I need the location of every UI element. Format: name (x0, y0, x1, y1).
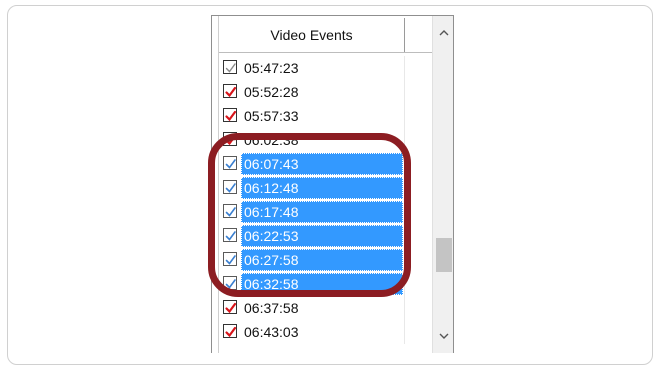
column-separator[interactable] (404, 18, 405, 52)
list-item[interactable]: 06:32:58 (219, 272, 433, 296)
row-checkbox[interactable] (223, 228, 237, 242)
event-time-label: 06:32:58 (244, 276, 299, 292)
checkmark-icon (225, 207, 236, 217)
column-gridline (404, 224, 405, 248)
vertical-scrollbar[interactable] (432, 16, 453, 353)
checkmark-icon (225, 255, 236, 265)
row-checkbox[interactable] (223, 252, 237, 266)
event-time-label: 06:07:43 (244, 156, 299, 172)
list-item[interactable]: 06:12:48 (219, 176, 433, 200)
checkmark-icon (225, 86, 237, 98)
checkmark-icon (225, 326, 237, 338)
row-checkbox[interactable] (223, 84, 237, 98)
checkmark-icon (225, 231, 236, 241)
scroll-up-button[interactable] (433, 22, 453, 44)
checkmark-icon (225, 159, 236, 169)
list-item[interactable]: 05:52:28 (219, 80, 433, 104)
checkmark-icon (225, 302, 237, 314)
event-time-label: 05:52:28 (244, 84, 299, 100)
column-gridline (404, 200, 405, 224)
video-events-list[interactable]: Video Events 05:47:23 05:52:28 05:57:33 06:… (218, 16, 433, 353)
event-time-label: 06:27:58 (244, 252, 299, 268)
scrollbar-thumb[interactable] (436, 238, 452, 272)
column-gridline (404, 152, 405, 176)
column-gridline (404, 176, 405, 200)
checkmark-icon (225, 183, 236, 193)
list-item[interactable]: 05:47:23 (219, 56, 433, 80)
list-item[interactable]: 06:22:53 (219, 224, 433, 248)
row-checkbox[interactable] (223, 204, 237, 218)
list-item[interactable]: 06:17:48 (219, 200, 433, 224)
video-events-panel: Video Events 05:47:23 05:52:28 05:57:33 06:… (211, 15, 454, 353)
event-time-label: 05:47:23 (244, 60, 299, 76)
column-gridline (404, 272, 405, 296)
event-time-label: 05:57:33 (244, 108, 299, 124)
row-checkbox[interactable] (223, 132, 237, 146)
row-checkbox[interactable] (223, 276, 237, 290)
column-header-video-events[interactable]: Video Events (219, 16, 404, 52)
list-item[interactable]: 06:37:58 (219, 296, 433, 320)
list-item[interactable]: 06:02:38 (219, 128, 433, 152)
row-checkbox[interactable] (223, 60, 237, 74)
checkmark-icon (225, 134, 237, 146)
event-time-label: 06:37:58 (244, 300, 299, 316)
checkmark-icon (225, 110, 237, 122)
column-gridline (404, 56, 405, 80)
checkmark-icon (225, 279, 236, 289)
column-gridline (404, 128, 405, 152)
column-gridline (404, 248, 405, 272)
row-checkbox[interactable] (223, 180, 237, 194)
column-gridline (404, 296, 405, 320)
row-checkbox[interactable] (223, 156, 237, 170)
list-header[interactable]: Video Events (219, 16, 433, 53)
column-gridline (404, 320, 405, 344)
scroll-down-button[interactable] (433, 325, 453, 347)
list-item[interactable]: 06:43:03 (219, 320, 433, 344)
event-time-label: 06:43:03 (244, 324, 299, 340)
event-time-label: 06:22:53 (244, 228, 299, 244)
event-time-label: 06:17:48 (244, 204, 299, 220)
list-item[interactable]: 06:27:58 (219, 248, 433, 272)
row-checkbox[interactable] (223, 324, 237, 338)
event-time-label: 06:02:38 (244, 132, 299, 148)
row-checkbox[interactable] (223, 300, 237, 314)
event-time-label: 06:12:48 (244, 180, 299, 196)
list-item[interactable]: 05:57:33 (219, 104, 433, 128)
list-item[interactable]: 06:07:43 (219, 152, 433, 176)
column-gridline (404, 80, 405, 104)
chevron-up-icon (439, 30, 449, 36)
chevron-down-icon (439, 333, 449, 339)
checkmark-icon (225, 63, 236, 73)
column-gridline (404, 104, 405, 128)
row-checkbox[interactable] (223, 108, 237, 122)
